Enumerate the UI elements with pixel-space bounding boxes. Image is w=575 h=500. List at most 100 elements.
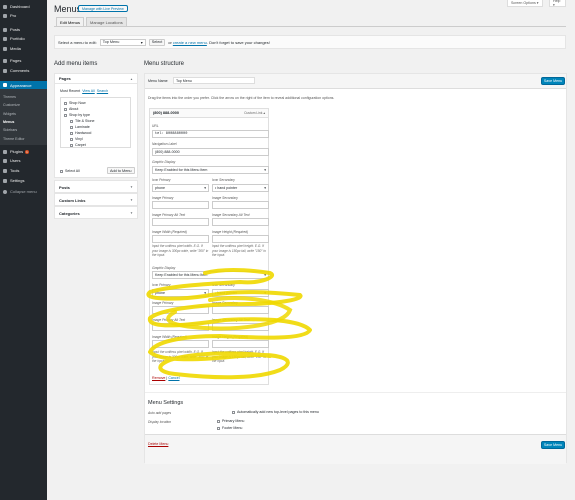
pages-panel-header[interactable]: Pages ▲	[55, 74, 137, 84]
image-secondary-input[interactable]	[212, 201, 269, 209]
chevron-down-icon: ▾	[140, 40, 143, 45]
location-primary[interactable]: Primary Menu	[217, 418, 244, 424]
custom-links-panel[interactable]: Custom Links ▼	[54, 193, 138, 206]
image-height-input[interactable]	[212, 340, 269, 348]
save-menu-button-bottom[interactable]: Save Menu	[541, 441, 565, 449]
live-preview-button[interactable]: Manage with Live Preview	[78, 5, 128, 12]
graphic-display-label: Graphic Display	[152, 160, 176, 164]
tab-manage-locations[interactable]: Manage Locations	[86, 17, 127, 26]
menu-dropdown[interactable]: Top Menu ▾	[99, 38, 146, 46]
tab-search[interactable]: Search	[97, 89, 108, 93]
menu-settings[interactable]: Settings	[0, 177, 47, 184]
icon-secondary-select[interactable]: • hand pointer ▾	[212, 184, 269, 192]
tab-most-recent[interactable]: Most Recent	[60, 89, 80, 93]
chevron-down-icon: ▼	[130, 211, 133, 215]
graphic-display-select[interactable]: Keep Enabled for this Menu Item ▾	[152, 166, 269, 174]
checkbox[interactable]	[64, 107, 67, 111]
tab-view-all[interactable]: View All	[82, 89, 95, 93]
checkbox[interactable]	[64, 101, 67, 105]
menu-plugins[interactable]: Plugins 1	[0, 148, 47, 155]
save-hint: . Don't forget to save your changes!	[206, 39, 270, 45]
menu-select-bar: Select a menu to edit: Top Menu ▾ Select …	[54, 35, 566, 49]
list-item[interactable]: Carpet	[64, 142, 127, 148]
submenu-widgets[interactable]: Widgets	[0, 111, 47, 117]
submenu-menus[interactable]: Menus	[0, 119, 47, 125]
nav-label-input[interactable]: (800) 888-0000	[152, 148, 269, 156]
menu-pages[interactable]: Pages	[0, 57, 47, 64]
chevron-down-icon: ▾	[204, 186, 206, 190]
menu-name-input[interactable]: Top Menu	[173, 77, 255, 84]
location-footer[interactable]: Footer Menu	[217, 425, 242, 431]
checkbox[interactable]	[64, 113, 67, 117]
collapse-menu[interactable]: Collapse menu	[0, 188, 47, 195]
menu-comments[interactable]: Comments	[0, 67, 47, 74]
screen-options-tab[interactable]: Screen Options ▾	[507, 0, 543, 7]
submenu-sidebars[interactable]: Sidebars	[0, 127, 47, 133]
menu-tools[interactable]: Tools	[0, 167, 47, 174]
tab-divider	[54, 26, 566, 27]
menu-media[interactable]: Media	[0, 45, 47, 52]
image-primary-input[interactable]	[152, 201, 209, 209]
image-width-label: Image Width (Required)	[152, 335, 187, 339]
image-height-input[interactable]	[212, 235, 269, 243]
checkbox[interactable]	[70, 125, 73, 129]
checkbox[interactable]	[70, 119, 73, 123]
posts-panel[interactable]: Posts ▼	[54, 180, 138, 193]
menu-footer-bar	[145, 434, 566, 464]
menu-users[interactable]: Users	[0, 157, 47, 164]
menu-pro[interactable]: Pro	[0, 12, 47, 19]
submenu-customize[interactable]: Customize	[0, 102, 47, 108]
image-primary-alt-label: Image Primary Alt Text	[152, 318, 186, 322]
select-button[interactable]: Select	[148, 38, 166, 46]
checkbox[interactable]	[70, 131, 73, 135]
menu-structure-heading: Menu structure	[144, 61, 185, 67]
image-width-input[interactable]	[152, 235, 209, 243]
image-width-description: Input the unitless pixel width. E.G. If …	[152, 244, 209, 257]
remove-link[interactable]: Remove	[152, 376, 165, 380]
url-input[interactable]: tel: 8008880000	[152, 130, 269, 138]
submenu-themes[interactable]: Themes	[0, 94, 47, 100]
icon-primary-select[interactable]: phone ▾	[152, 184, 209, 192]
create-menu-link[interactable]: create a new menu	[173, 40, 207, 45]
image-height-description: Input the unitless pixel height. E.G. If…	[212, 244, 266, 257]
image-primary-alt-input[interactable]	[152, 323, 209, 331]
submenu-theme-editor[interactable]: Theme Editor	[0, 136, 47, 142]
page-icon	[3, 58, 7, 63]
menu-name-label: Menu Name	[148, 79, 168, 83]
menu-dashboard[interactable]: Dashboard	[0, 3, 47, 10]
tab-edit-menus[interactable]: Edit Menus	[56, 17, 85, 26]
menu-appearance[interactable]: Appearance	[0, 81, 47, 89]
image-secondary-alt-input[interactable]	[212, 323, 269, 331]
categories-panel[interactable]: Categories ▼	[54, 206, 138, 219]
checkbox[interactable]	[217, 426, 220, 430]
url-label: URL	[152, 124, 159, 128]
menu-settings-heading: Menu Settings	[148, 400, 184, 406]
image-secondary-alt-input[interactable]	[212, 218, 269, 226]
help-tab[interactable]: Help ▾	[549, 0, 566, 7]
menu-portfolio[interactable]: Portfolio	[0, 35, 47, 42]
cancel-link[interactable]: Cancel	[168, 376, 179, 380]
image-width-input[interactable]	[152, 340, 209, 348]
checkbox[interactable]	[70, 143, 73, 147]
save-menu-button-top[interactable]: Save Menu	[541, 77, 565, 85]
image-primary-label: Image Primary	[152, 301, 174, 305]
image-secondary-input[interactable]	[212, 306, 269, 314]
checkbox[interactable]	[60, 169, 63, 173]
image-primary-input[interactable]	[152, 306, 209, 314]
select-all[interactable]: Select All	[60, 168, 80, 174]
checkbox[interactable]	[232, 410, 235, 414]
icon-secondary-select[interactable]: • hand pointer ▾	[212, 289, 269, 297]
icon-primary-select[interactable]: phone ▾	[152, 289, 209, 297]
page-title: Menus	[54, 4, 82, 14]
checkbox[interactable]	[70, 137, 73, 141]
menu-posts[interactable]: Posts	[0, 26, 47, 33]
pro-icon	[3, 13, 7, 18]
auto-add-option[interactable]: Automatically add new top-level pages to…	[232, 409, 319, 415]
delete-menu-link[interactable]: Delete Menu	[148, 442, 168, 446]
graphic-display-select[interactable]: Keep Enabled for this Menu Item ▾	[152, 271, 269, 279]
chevron-up-icon: ▴	[263, 111, 265, 115]
add-to-menu-button[interactable]: Add to Menu	[107, 167, 135, 174]
checkbox[interactable]	[217, 419, 220, 423]
menu-item-header[interactable]: (800) 888-0000 Custom Link ▴	[149, 108, 269, 118]
image-primary-alt-input[interactable]	[152, 218, 209, 226]
